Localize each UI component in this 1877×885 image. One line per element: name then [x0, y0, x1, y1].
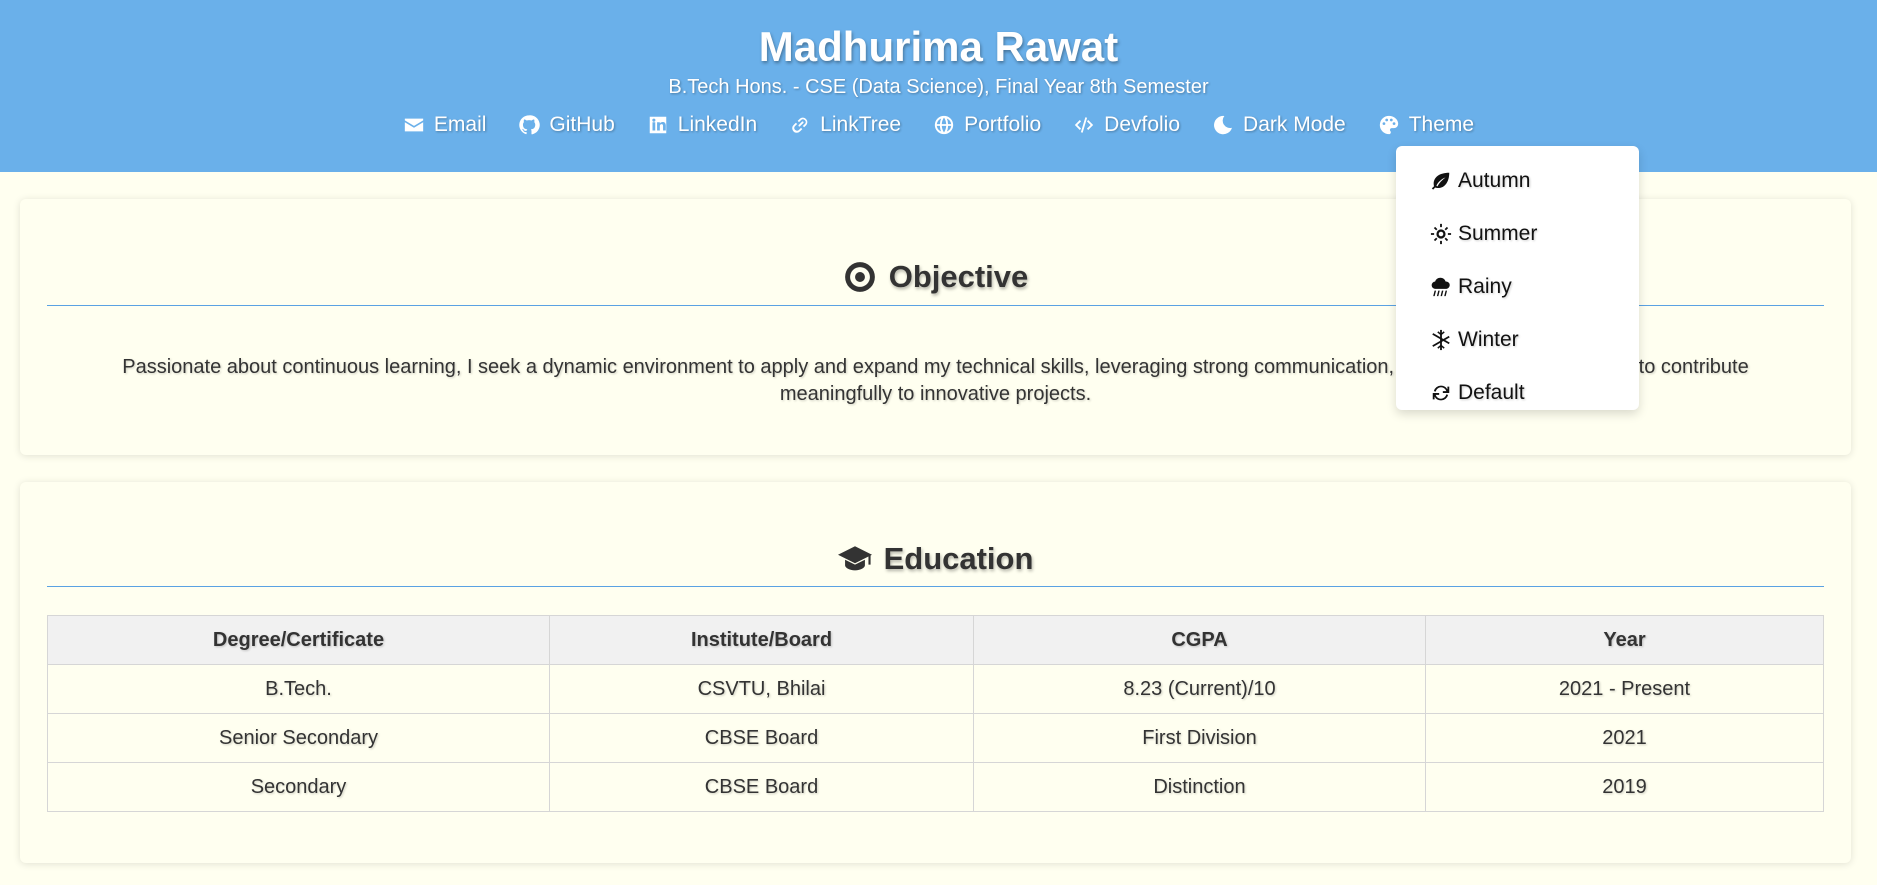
table-cell: B.Tech. — [47, 664, 550, 714]
table-cell: Senior Secondary — [47, 713, 550, 763]
code-icon — [1074, 117, 1094, 133]
theme-option-label: Winter — [1458, 327, 1519, 351]
theme-dropdown-menu: Autumn Summer Rainy Winter Default — [1396, 146, 1639, 410]
section-divider — [47, 586, 1824, 587]
table-cell: Secondary — [47, 762, 550, 812]
theme-option-rainy[interactable]: Rainy — [1396, 260, 1639, 313]
table-cell: 2019 — [1425, 762, 1824, 812]
nav-linkedin-link[interactable]: LinkedIn — [647, 113, 757, 137]
refresh-icon — [1432, 385, 1450, 400]
table-cell: First Division — [973, 713, 1426, 763]
graduation-cap-icon — [837, 545, 872, 570]
link-icon — [792, 117, 808, 133]
globe-icon — [934, 115, 954, 135]
theme-option-label: Rainy — [1458, 274, 1512, 298]
table-cell: Distinction — [973, 762, 1426, 812]
table-row: B.Tech. CSVTU, Bhilai 8.23 (Current)/10 … — [47, 664, 1824, 714]
nav-devfolio-link[interactable]: Devfolio — [1073, 113, 1180, 137]
table-row: Senior Secondary CBSE Board First Divisi… — [47, 713, 1824, 763]
column-header: Institute/Board — [549, 615, 974, 665]
header-nav: Email GitHub LinkedIn LinkTree Portfolio… — [0, 113, 1877, 137]
theme-option-winter[interactable]: Winter — [1396, 313, 1639, 366]
bullseye-icon — [844, 261, 875, 292]
theme-option-default[interactable]: Default — [1396, 366, 1639, 419]
theme-option-autumn[interactable]: Autumn — [1396, 154, 1639, 207]
nav-email-label: Email — [433, 113, 487, 136]
linkedin-icon — [649, 116, 667, 134]
column-header: Year — [1425, 615, 1824, 665]
nav-portfolio-link[interactable]: Portfolio — [933, 113, 1041, 137]
table-cell: CSVTU, Bhilai — [549, 664, 974, 714]
page-subtitle: B.Tech Hons. - CSE (Data Science), Final… — [668, 76, 1209, 98]
dark-mode-label: Dark Mode — [1243, 113, 1346, 136]
page-title: Madhurima Rawat — [758, 23, 1119, 70]
nav-linkedin-label: LinkedIn — [677, 113, 758, 136]
sun-icon — [1430, 223, 1452, 244]
cloud-rain-icon — [1431, 277, 1450, 296]
table-header-row: Degree/Certificate Institute/Board CGPA … — [47, 615, 1824, 665]
table-cell: 2021 - Present — [1425, 664, 1824, 714]
moon-icon — [1214, 115, 1233, 135]
table-cell: CBSE Board — [549, 713, 974, 763]
nav-portfolio-label: Portfolio — [964, 113, 1042, 136]
theme-option-label: Summer — [1458, 221, 1538, 245]
envelope-icon — [404, 118, 424, 132]
palette-icon — [1379, 115, 1398, 135]
nav-linktree-label: LinkTree — [820, 113, 902, 136]
nav-email-link[interactable]: Email — [403, 113, 487, 137]
dark-mode-toggle[interactable]: Dark Mode — [1212, 113, 1346, 137]
table-cell: 8.23 (Current)/10 — [973, 664, 1426, 714]
leaf-icon — [1431, 172, 1450, 190]
nav-github-link[interactable]: GitHub — [518, 113, 615, 137]
github-icon — [519, 115, 541, 135]
education-table: Degree/Certificate Institute/Board CGPA … — [47, 615, 1824, 812]
education-title: Education — [883, 540, 1034, 576]
education-section: Education Degree/Certificate Institute/B… — [20, 482, 1851, 863]
theme-option-summer[interactable]: Summer — [1396, 207, 1639, 260]
nav-devfolio-label: Devfolio — [1104, 113, 1181, 136]
nav-github-label: GitHub — [549, 113, 615, 136]
column-header: Degree/Certificate — [47, 615, 550, 665]
table-cell: 2021 — [1425, 713, 1824, 763]
table-row: Secondary CBSE Board Distinction 2019 — [47, 762, 1824, 812]
theme-option-label: Autumn — [1458, 168, 1531, 192]
theme-option-label: Default — [1458, 380, 1525, 404]
column-header: CGPA — [973, 615, 1426, 665]
table-cell: CBSE Board — [549, 762, 974, 812]
education-heading: Education — [20, 482, 1851, 586]
nav-linktree-link[interactable]: LinkTree — [789, 113, 901, 137]
objective-title: Objective — [888, 258, 1029, 294]
theme-menu-button[interactable]: Theme — [1378, 113, 1474, 137]
snowflake-icon — [1432, 329, 1450, 350]
theme-label: Theme — [1408, 113, 1475, 136]
